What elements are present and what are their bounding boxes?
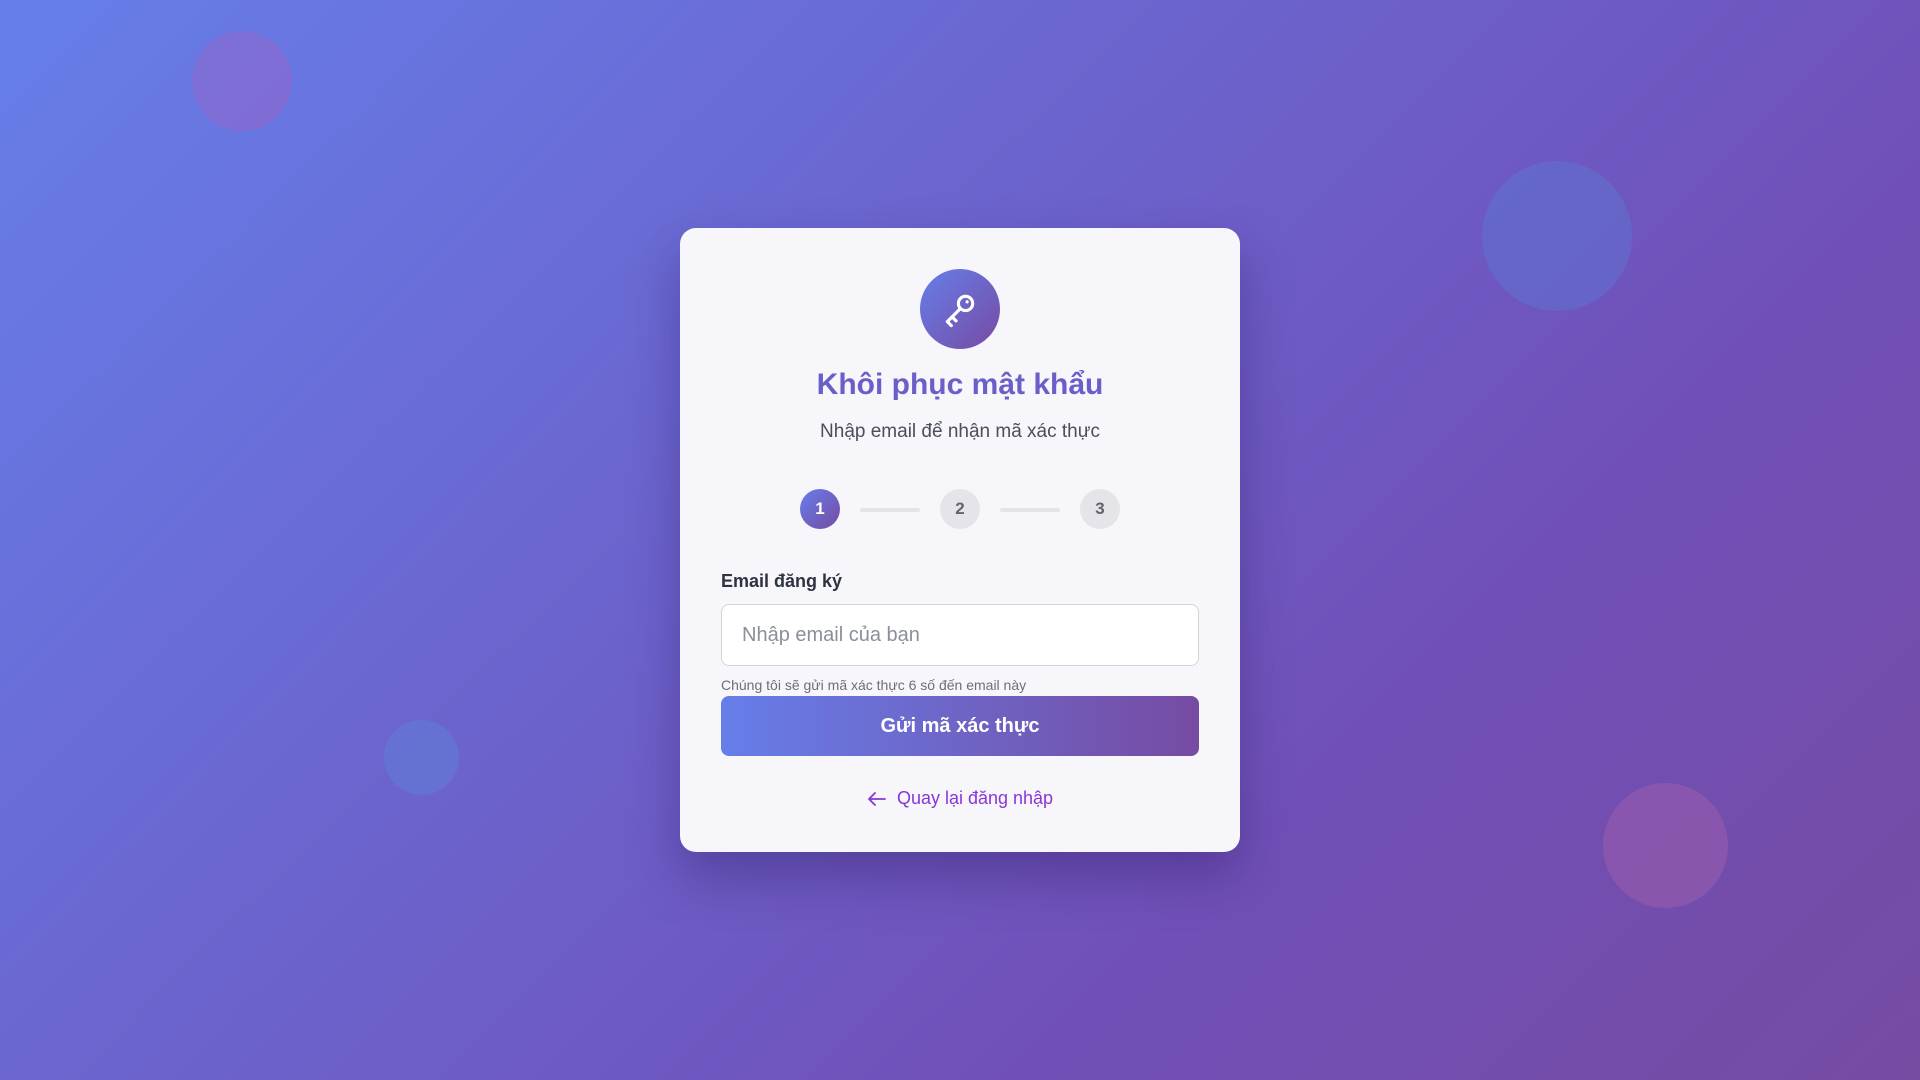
email-field[interactable] [721,604,1199,666]
page-subtitle: Nhập email để nhận mã xác thực [820,421,1100,442]
step-connector [860,508,920,512]
decorative-bubble [1603,783,1728,908]
send-code-button[interactable]: Gửi mã xác thực [721,696,1199,756]
back-link-label: Quay lại đăng nhập [896,788,1054,808]
step-3: 3 [1080,489,1120,529]
decorative-bubble [192,31,292,131]
step-1: 1 [800,489,840,529]
email-hint: Chúng tôi sẽ gửi mã xác thực 6 số đến em… [721,677,1027,693]
key-icon [920,269,1000,349]
password-recovery-card: Khôi phục mật khẩu Nhập email để nhận mã… [680,228,1240,852]
email-label: Email đăng ký [721,571,843,591]
decorative-bubble [1482,161,1632,311]
step-2: 2 [940,489,980,529]
step-connector [1000,508,1060,512]
arrow-left-icon [867,791,887,807]
page-title: Khôi phục mật khẩu [816,368,1104,401]
decorative-bubble [384,720,459,795]
step-indicator: 1 2 3 [680,489,1240,529]
back-to-login-link[interactable]: Quay lại đăng nhập [680,788,1240,809]
